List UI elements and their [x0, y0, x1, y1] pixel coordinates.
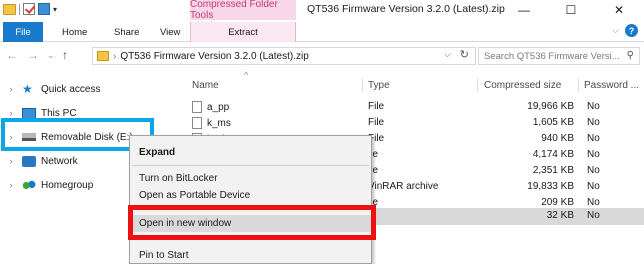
red-highlight-box: [128, 205, 376, 240]
forward-button[interactable]: →: [27, 48, 39, 62]
file-size: 19,833 KB: [527, 181, 574, 192]
column-header-type[interactable]: Type: [368, 80, 390, 91]
star-icon: ★: [22, 81, 33, 96]
context-menu: Expand Turn on BitLocker Open as Portabl…: [129, 135, 372, 264]
file-size: 2,351 KB: [532, 165, 574, 176]
search-icon: ⚲: [626, 50, 634, 61]
address-dropdown-icon[interactable]: ⌵: [444, 49, 451, 60]
recent-locations-button[interactable]: ⌄: [47, 50, 55, 61]
search-placeholder: Search QT536 Firmware Versi...: [484, 50, 620, 62]
computer-icon: [22, 107, 36, 119]
file-size: 4,174 KB: [532, 149, 574, 160]
column-header-password[interactable]: Password ...: [584, 80, 639, 91]
file-type: File: [368, 117, 385, 128]
file-password: No: [587, 117, 600, 128]
file-size: 940 KB: [541, 133, 574, 144]
file-size: 19,966 KB: [527, 101, 574, 112]
breadcrumb-path[interactable]: QT536 Firmware Version 3.2.0 (Latest).zi…: [120, 51, 308, 62]
address-bar[interactable]: › QT536 Firmware Version 3.2.0 (Latest).…: [92, 47, 476, 65]
help-icon[interactable]: ?: [625, 24, 638, 37]
search-input[interactable]: Search QT536 Firmware Versi... ⚲: [478, 47, 640, 65]
customize-toolbar-icon[interactable]: ▾: [53, 5, 57, 14]
refresh-icon[interactable]: ↻: [460, 48, 469, 61]
menu-item-pin-to-start[interactable]: Pin to Start: [130, 247, 371, 264]
quick-access-toolbar: ▾: [3, 3, 57, 15]
file-size: 1,605 KB: [532, 117, 574, 128]
breadcrumb-separator: ›: [113, 50, 117, 62]
compressed-folder-tools-label: Compressed Folder Tools: [190, 0, 296, 21]
expand-chevron-icon[interactable]: ›: [0, 108, 22, 118]
menu-separator: [132, 165, 369, 166]
file-size: 209 KB: [541, 197, 574, 208]
nav-item-quick-access[interactable]: › ★ Quick access: [0, 80, 101, 98]
file-row[interactable]: a_pp File 19,966 KB No: [184, 99, 644, 115]
homegroup-icon: [22, 179, 36, 191]
back-button[interactable]: ←: [6, 48, 18, 62]
file-password: No: [587, 197, 600, 208]
window-title: QT536 Firmware Version 3.2.0 (Latest).zi…: [307, 3, 505, 15]
file-password: No: [587, 181, 600, 192]
sort-ascending-icon: ^: [244, 70, 249, 80]
nav-item-label: This PC: [41, 107, 77, 119]
maximize-button[interactable]: ☐: [548, 0, 594, 20]
file-password: No: [587, 210, 600, 221]
tab-share[interactable]: Share: [114, 22, 139, 42]
zip-folder-icon: [97, 51, 109, 61]
properties-icon[interactable]: [23, 3, 35, 15]
toolbar-separator: [19, 3, 20, 15]
file-icon: [192, 117, 202, 129]
menu-item-open-as-portable-device[interactable]: Open as Portable Device: [130, 187, 371, 204]
file-type: VinRAR archive: [368, 181, 439, 192]
folder-icon: [3, 3, 16, 15]
column-divider[interactable]: [362, 78, 363, 92]
tab-view[interactable]: View: [160, 22, 180, 42]
nav-item-label: Network: [41, 155, 78, 167]
file-name-cell: a_pp: [192, 101, 229, 113]
file-password: No: [587, 133, 600, 144]
new-folder-icon[interactable]: [38, 3, 50, 15]
nav-item-label: Homegroup: [41, 179, 94, 191]
tab-home[interactable]: Home: [62, 22, 87, 42]
file-row[interactable]: k_ms File 1,605 KB No: [184, 115, 644, 131]
tab-file[interactable]: File: [3, 22, 43, 42]
minimize-button[interactable]: —: [501, 0, 547, 20]
network-icon: [22, 155, 36, 167]
expand-chevron-icon[interactable]: ›: [0, 180, 22, 190]
column-header-name[interactable]: Name: [192, 80, 219, 91]
up-button[interactable]: ↑: [62, 48, 68, 62]
file-name: k_ms: [207, 117, 231, 129]
file-icon: [192, 101, 202, 113]
nav-item-homegroup[interactable]: › Homegroup: [0, 176, 93, 194]
file-name: a_pp: [207, 101, 230, 113]
ribbon-right-controls: ⌵ ?: [612, 24, 638, 37]
expand-ribbon-icon[interactable]: ⌵: [612, 25, 619, 36]
column-divider[interactable]: [578, 78, 579, 92]
file-password: No: [587, 149, 600, 160]
nav-item-label: Quick access: [41, 83, 101, 95]
expand-chevron-icon[interactable]: ›: [0, 84, 22, 94]
file-password: No: [587, 101, 600, 112]
menu-item-turn-on-bitlocker[interactable]: Turn on BitLocker: [130, 170, 371, 187]
ribbon-tabs: File Home Share View Extract ⌵ ?: [0, 20, 644, 42]
column-header-compressed-size[interactable]: Compressed size: [484, 80, 561, 91]
file-password: No: [587, 165, 600, 176]
column-divider[interactable]: [477, 78, 478, 92]
expand-chevron-icon[interactable]: ›: [0, 156, 22, 166]
file-size: 32 KB: [546, 210, 574, 221]
address-row: ← → ⌄ ↑ › QT536 Firmware Version 3.2.0 (…: [0, 44, 644, 68]
file-type: File: [368, 101, 385, 112]
file-name-cell: k_ms: [192, 117, 231, 129]
title-bar: ▾ Compressed Folder Tools QT536 Firmware…: [0, 0, 644, 21]
menu-item-expand[interactable]: Expand: [130, 144, 371, 161]
close-button[interactable]: ✕: [596, 0, 642, 20]
nav-item-network[interactable]: › Network: [0, 152, 78, 170]
tab-extract[interactable]: Extract: [190, 22, 296, 42]
